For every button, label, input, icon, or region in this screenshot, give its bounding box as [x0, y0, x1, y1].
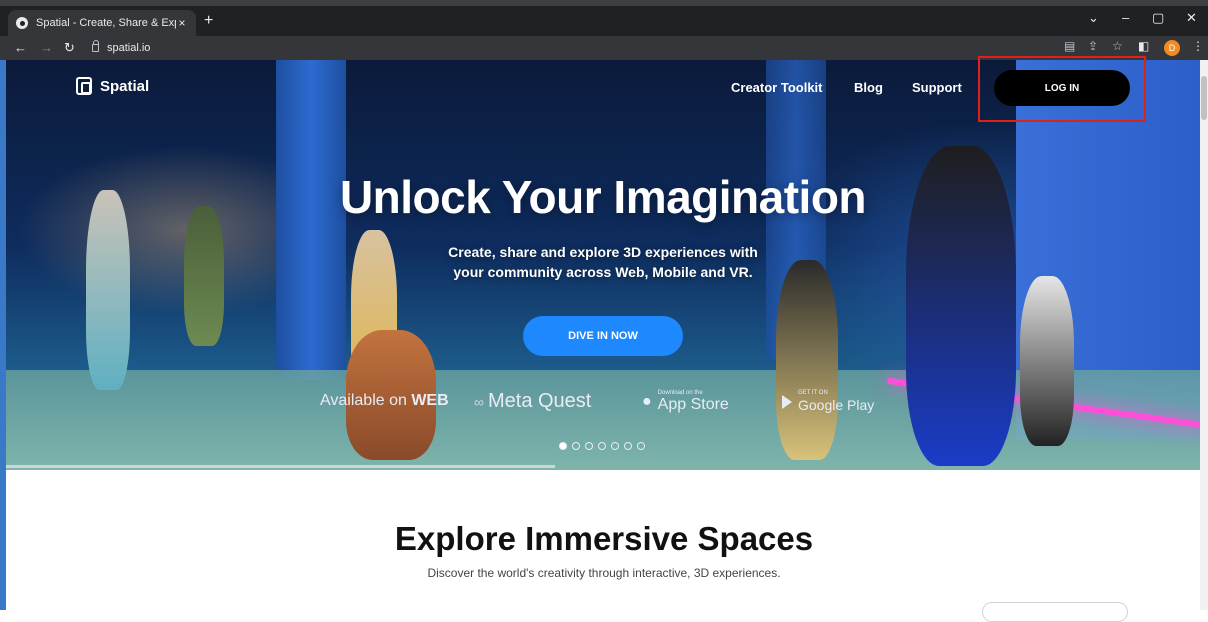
- browser-tab-strip: Spatial - Create, Share & Experien × + ⌄…: [0, 0, 1208, 36]
- translate-icon[interactable]: ▤: [1064, 39, 1075, 53]
- carousel-dot[interactable]: [611, 442, 619, 450]
- hero-headline: Unlock Your Imagination: [339, 171, 867, 223]
- highlight-box: [978, 56, 1146, 122]
- window-left-edge: [0, 60, 6, 610]
- minimize-button[interactable]: –: [1122, 10, 1129, 25]
- avatar-figure: [776, 260, 838, 460]
- hero-subtitle-line: Create, share and explore 3D experiences…: [448, 244, 758, 260]
- meta-quest-link[interactable]: ∞ Meta Quest: [474, 390, 591, 413]
- spatial-logo-icon: [76, 77, 92, 95]
- available-prefix: Available on: [320, 392, 412, 409]
- carousel-dot[interactable]: [572, 442, 580, 450]
- bookmark-star-icon[interactable]: ☆: [1112, 39, 1123, 53]
- explore-subtitle: Discover the world's creativity through …: [427, 566, 781, 580]
- available-web: WEB: [411, 392, 449, 409]
- scrollbar-thumb[interactable]: [1201, 76, 1207, 120]
- apple-icon: ●: [642, 392, 652, 410]
- hero-subtitle-line: your community across Web, Mobile and VR…: [453, 264, 753, 280]
- hero-subtitle: Create, share and explore 3D experiences…: [6, 242, 1200, 282]
- back-button[interactable]: ←: [14, 40, 27, 55]
- app-store-link[interactable]: ● Download on the App Store: [642, 390, 729, 413]
- spatial-logo[interactable]: Spatial: [76, 77, 149, 95]
- carousel-dot[interactable]: [637, 442, 645, 450]
- side-panel-icon[interactable]: ◧: [1138, 39, 1149, 53]
- share-icon[interactable]: ⇪: [1088, 39, 1098, 53]
- meta-quest-label: Meta Quest: [487, 390, 592, 412]
- tab-close-icon[interactable]: ×: [176, 16, 188, 30]
- carousel-dots: [559, 442, 645, 450]
- avatar-figure: [1020, 276, 1074, 446]
- profile-avatar[interactable]: D: [1164, 40, 1180, 56]
- tab-search-icon[interactable]: ⌄: [1088, 10, 1099, 26]
- nav-link-blog[interactable]: Blog: [854, 80, 883, 95]
- spatial-favicon-icon: [16, 17, 28, 29]
- lock-icon: [92, 40, 99, 52]
- forward-button[interactable]: →: [40, 40, 53, 55]
- explore-title: Explore Immersive Spaces: [394, 520, 814, 557]
- carousel-dot[interactable]: [624, 442, 632, 450]
- browser-tab[interactable]: Spatial - Create, Share & Experien ×: [8, 10, 196, 36]
- carousel-progress-bar: [6, 465, 555, 468]
- url-text: spatial.io: [107, 42, 151, 54]
- meta-logo-icon: ∞: [474, 393, 484, 410]
- available-on-web[interactable]: Available on WEB: [320, 392, 449, 410]
- carousel-dot[interactable]: [559, 442, 567, 450]
- dive-in-now-button[interactable]: DIVE IN NOW: [523, 316, 683, 356]
- google-play-icon: [782, 394, 792, 409]
- close-window-button[interactable]: ✕: [1186, 10, 1197, 26]
- tab-title: Spatial - Create, Share & Experien: [36, 17, 176, 29]
- browser-menu-icon[interactable]: ⋮: [1192, 39, 1204, 53]
- app-store-label: App Store: [657, 396, 729, 413]
- google-play-label: Google Play: [798, 397, 875, 413]
- carousel-dot[interactable]: [585, 442, 593, 450]
- restore-button[interactable]: ▢: [1152, 10, 1164, 26]
- google-play-link[interactable]: GET IT ON Google Play: [782, 390, 874, 413]
- partial-button[interactable]: [982, 602, 1128, 622]
- nav-link-creator-toolkit[interactable]: Creator Toolkit: [731, 80, 823, 95]
- scrollbar-track[interactable]: [1200, 60, 1208, 610]
- available-label: Available on WEB: [320, 392, 449, 410]
- carousel-dot[interactable]: [598, 442, 606, 450]
- nav-link-support[interactable]: Support: [912, 80, 962, 95]
- brand-name: Spatial: [100, 77, 150, 95]
- url-field[interactable]: spatial.io: [92, 39, 150, 57]
- reload-button[interactable]: ↻: [64, 40, 75, 56]
- new-tab-button[interactable]: +: [204, 12, 213, 30]
- google-play-small-label: GET IT ON: [798, 390, 828, 396]
